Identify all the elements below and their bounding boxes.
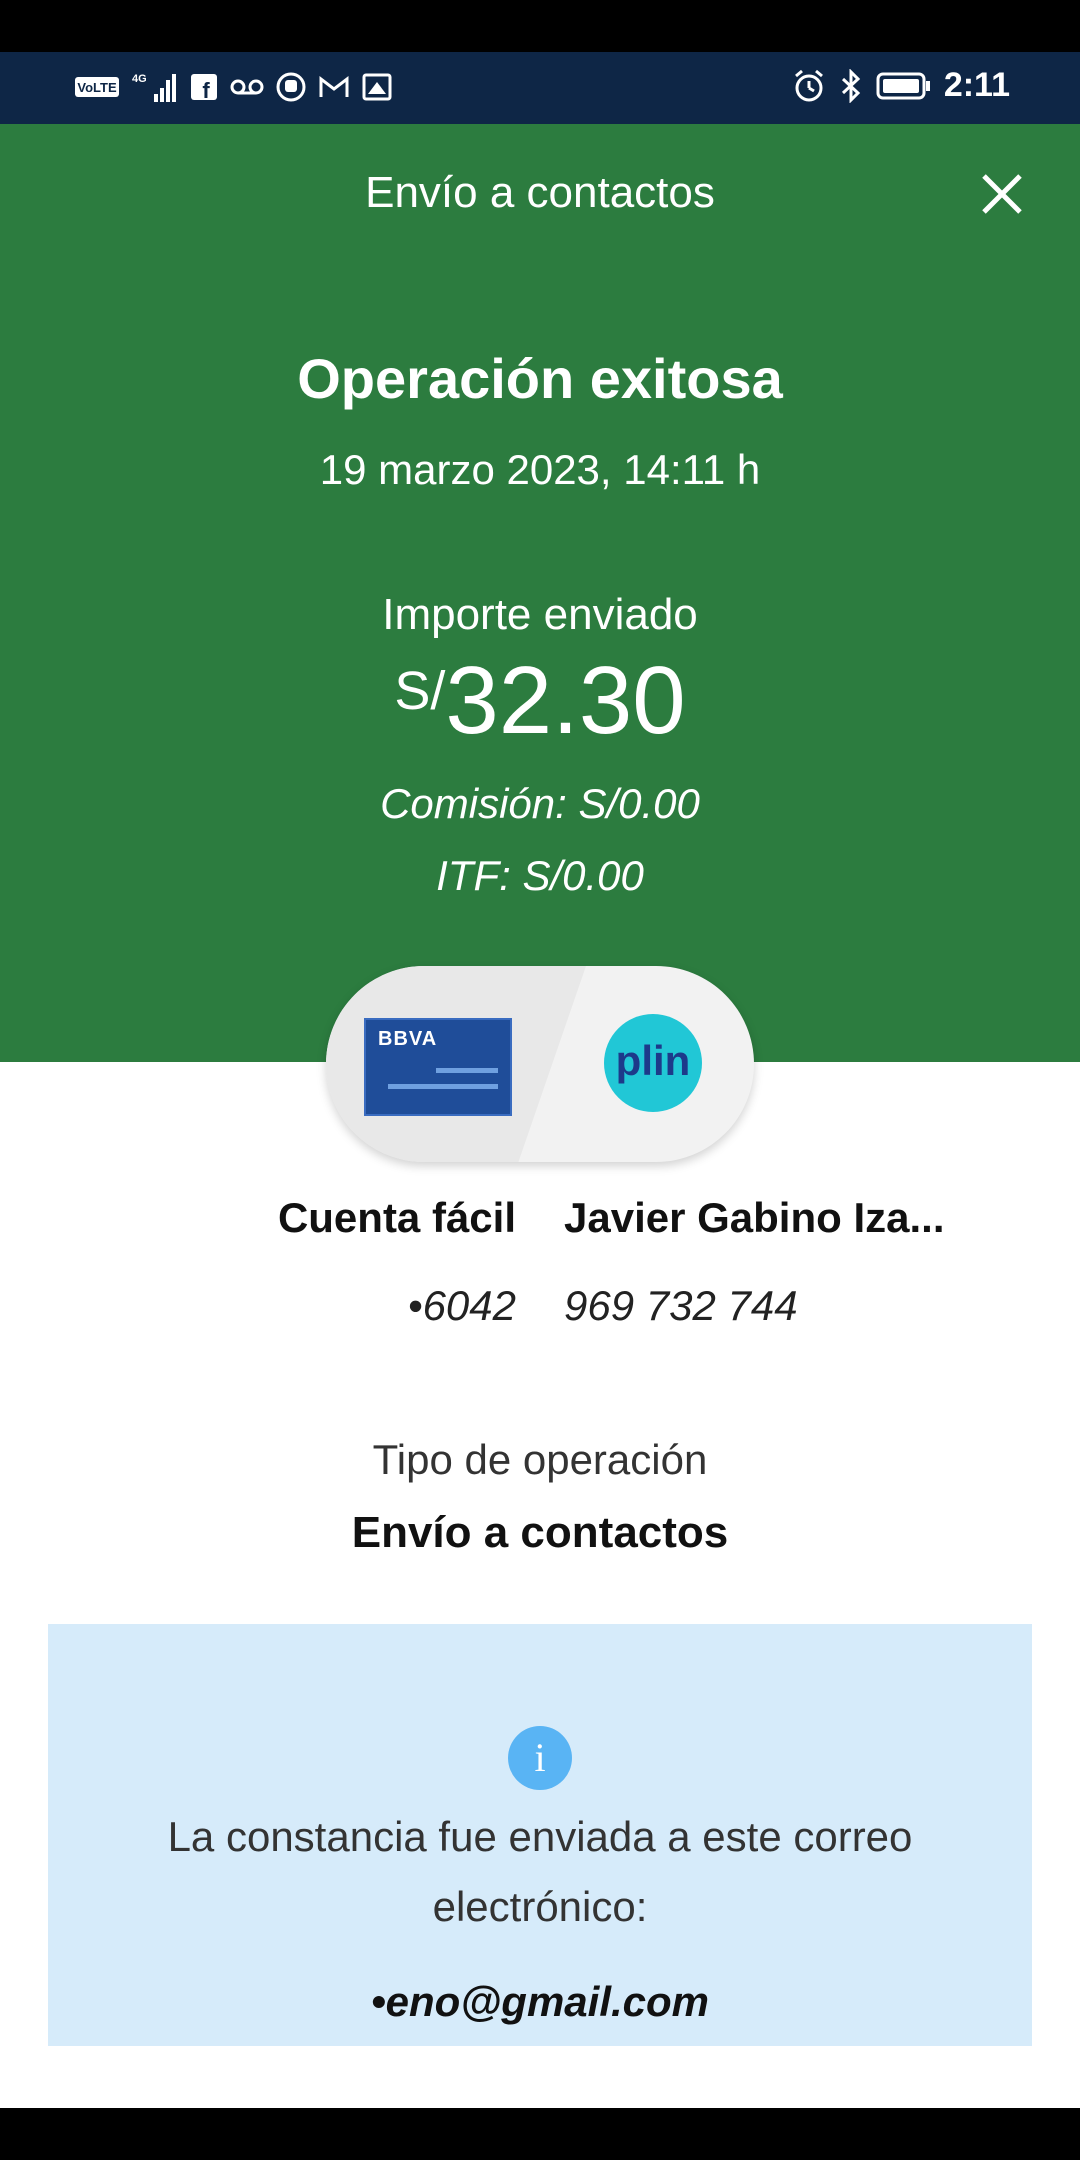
operation-type-value: Envío a contactos bbox=[351, 1508, 729, 1557]
hand-icon bbox=[276, 72, 306, 102]
svg-text:f: f bbox=[202, 78, 210, 101]
operation-title: Operación exitosa bbox=[297, 347, 783, 410]
status-time: 2:11 bbox=[943, 66, 1010, 104]
bottom-black-strip bbox=[0, 2108, 1080, 2160]
plin-logo-icon: plin bbox=[604, 1014, 702, 1112]
info-message: La constancia fue enviada a este correo … bbox=[167, 1813, 913, 1930]
signal-4g-icon: 4G bbox=[132, 70, 178, 104]
svg-text:VoLTE: VoLTE bbox=[77, 80, 117, 95]
top-black-strip bbox=[0, 0, 1080, 52]
operation-type-label: Tipo de operación bbox=[372, 1436, 708, 1483]
origin-account-name: Cuenta fácil bbox=[277, 1194, 516, 1241]
transfer-pill: BBVA plin bbox=[326, 966, 754, 1162]
itf-text: ITF: S/0.00 bbox=[436, 852, 644, 899]
info-email: •eno@gmail.com bbox=[370, 1978, 710, 2025]
recipient-name: Javier Gabino Iza... bbox=[564, 1194, 945, 1241]
operation-date: 19 marzo 2023, 14:11 h bbox=[319, 446, 761, 493]
info-icon: i bbox=[508, 1726, 572, 1790]
status-bar: VoLTE 4G f 2:11 bbox=[0, 52, 1080, 124]
recipient-phone: 969 732 744 bbox=[564, 1282, 798, 1329]
amount-number: 32.30 bbox=[445, 647, 686, 754]
bbva-logo: BBVA bbox=[378, 1028, 438, 1050]
amount-label: Importe enviado bbox=[382, 590, 698, 639]
alarm-icon bbox=[792, 69, 826, 103]
bbva-card-icon: BBVA bbox=[364, 1018, 512, 1116]
amount-value: S/32.30 bbox=[0, 646, 1080, 756]
commission-text: Comisión: S/0.00 bbox=[380, 780, 700, 827]
facebook-icon: f bbox=[190, 73, 218, 101]
volte-icon: VoLTE bbox=[74, 74, 120, 100]
voicemail-icon bbox=[230, 77, 264, 97]
email-info-box: i La constancia fue enviada a este corre… bbox=[48, 1624, 1032, 2046]
currency-symbol: S/ bbox=[394, 661, 446, 721]
status-left-icons: VoLTE 4G f bbox=[74, 70, 392, 104]
status-right-icons: 2:11 bbox=[792, 66, 1010, 105]
origin-account-number: •6042 bbox=[407, 1282, 516, 1329]
bluetooth-icon bbox=[838, 68, 864, 103]
page-title: Envío a contactos bbox=[365, 168, 715, 217]
close-button[interactable] bbox=[976, 168, 1028, 220]
svg-text:4G: 4G bbox=[132, 73, 147, 85]
close-icon bbox=[982, 174, 1022, 214]
battery-icon bbox=[876, 71, 932, 101]
image-icon bbox=[362, 73, 392, 101]
success-header: Envío a contactos Operación exitosa 19 m… bbox=[0, 124, 1080, 1062]
gmail-icon bbox=[318, 74, 350, 100]
